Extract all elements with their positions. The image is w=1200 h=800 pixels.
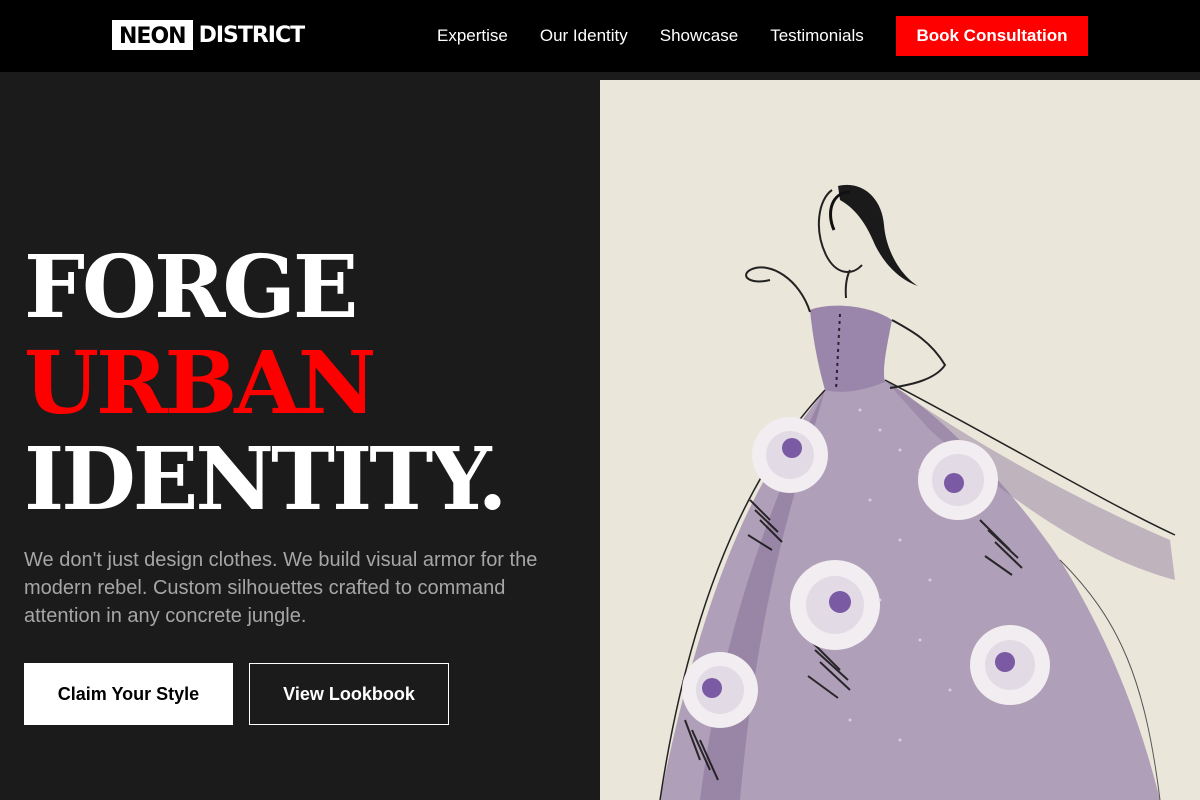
nav-link-expertise[interactable]: Expertise [437, 26, 508, 46]
nav-link-testimonials[interactable]: Testimonials [770, 26, 864, 46]
headline-line-1: FORGE [24, 237, 358, 338]
headline-line-3: IDENTITY. [24, 429, 507, 530]
top-navbar: NEON DISTRICT Expertise Our Identity Sho… [0, 0, 1200, 72]
logo-box-text: NEON [112, 20, 193, 50]
nav-link-our-identity[interactable]: Our Identity [540, 26, 628, 46]
brand-logo[interactable]: NEON DISTRICT [112, 20, 306, 50]
headline-line-2: URBAN [24, 333, 377, 434]
view-lookbook-button[interactable]: View Lookbook [249, 663, 449, 725]
logo-rest-text: DISTRICT [198, 22, 306, 48]
nav-links: Expertise Our Identity Showcase Testimon… [437, 26, 896, 46]
book-consultation-button[interactable]: Book Consultation [896, 16, 1088, 56]
fashion-sketch-illustration [600, 80, 1200, 800]
claim-your-style-button[interactable]: Claim Your Style [24, 663, 233, 725]
hero-headline: FORGE URBAN IDENTITY. [24, 237, 507, 530]
hero-fashion-image [600, 80, 1200, 800]
nav-link-showcase[interactable]: Showcase [660, 26, 738, 46]
hero-description: We don't just design clothes. We build v… [24, 549, 538, 627]
